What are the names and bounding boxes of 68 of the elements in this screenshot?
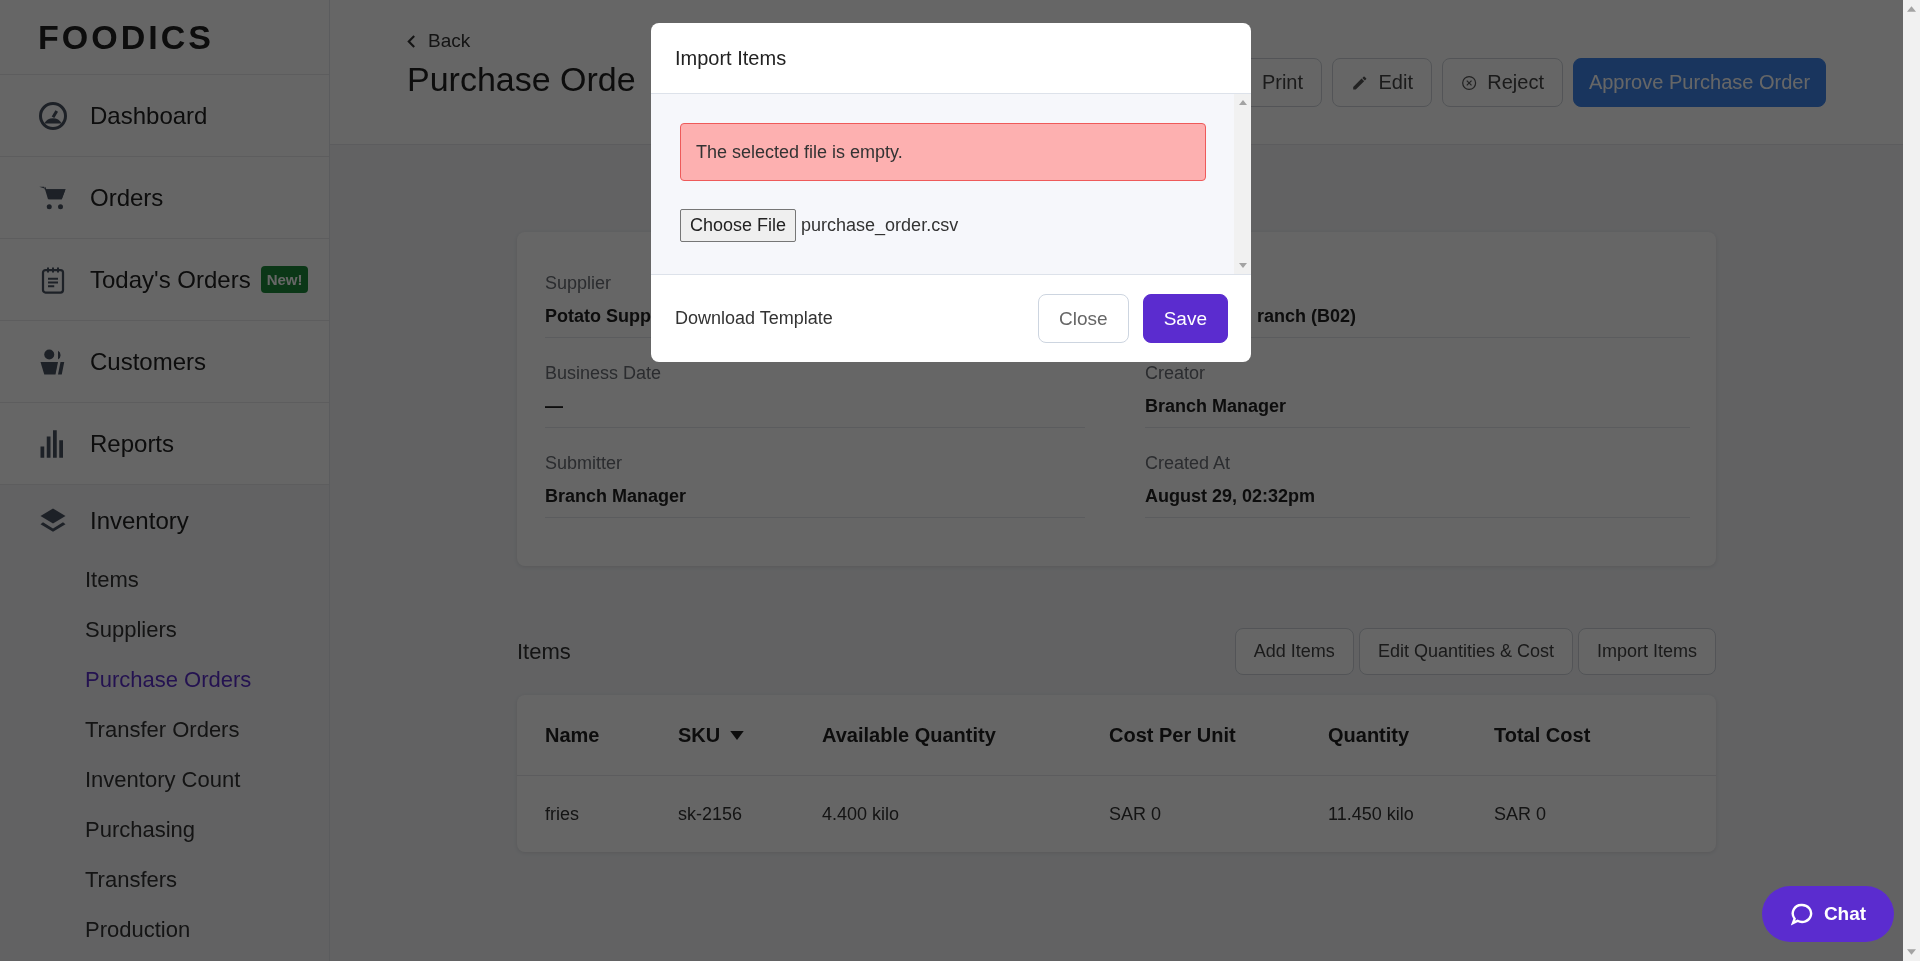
nav-subitem[interactable]: Inventory Count (0, 755, 329, 805)
choose-file-button[interactable]: Choose File (680, 209, 797, 242)
nav-section-label[interactable]: Inventory (90, 507, 189, 535)
field-label: Created At (1145, 453, 1231, 474)
chevron-left-icon (407, 34, 416, 48)
field-value: August 29, 02:32pm (1145, 486, 1316, 507)
nav-subitem[interactable]: Purchasing (0, 805, 329, 855)
table-cell-text: sk-2156 (678, 803, 744, 825)
nav-label: Dashboard (90, 101, 208, 130)
nav-subitem[interactable]: Transfers (0, 855, 329, 905)
nav-label: Today's Orders (90, 265, 251, 294)
chat-button[interactable]: Chat (1762, 886, 1894, 942)
field-value: ranch (B02) (1257, 306, 1357, 327)
field-label: Submitter (545, 453, 623, 474)
column-header[interactable]: Name (545, 723, 678, 747)
field-value: Branch Manager (545, 486, 687, 507)
nav-item[interactable]: Customers (0, 321, 329, 403)
dialog-title: Import Items (675, 46, 787, 70)
table-cell-text: fries (545, 803, 580, 825)
nav-subitem[interactable]: Purchase Orders (0, 655, 329, 705)
items-action-button[interactable]: Edit Quantities & Cost (1358, 628, 1573, 675)
download-template-link[interactable]: Download Template (675, 308, 1025, 329)
nav-subitem[interactable]: Production (0, 905, 329, 955)
field-value: Potato Supp (545, 306, 651, 327)
table-cell-text: 11.450 kilo (1328, 803, 1415, 825)
items-action-button[interactable]: Import Items (1577, 628, 1716, 675)
foodics-logo[interactable]: FOODICS (38, 17, 214, 57)
table-cell-text: 4.400 kilo (822, 803, 901, 825)
action-button[interactable]: Reject (1442, 58, 1563, 107)
nav-label: Orders (90, 183, 164, 212)
scroll-down-icon (1907, 949, 1916, 955)
scroll-up-icon (1907, 6, 1916, 12)
nav-item[interactable]: Orders (0, 157, 329, 239)
file-name: purchase_order.csv (801, 215, 959, 236)
nav-label: Reports (90, 429, 175, 458)
nav-subitem[interactable]: Transfer Orders (0, 705, 329, 755)
scroll-down-icon (1238, 263, 1247, 268)
back-link[interactable]: Back (407, 30, 636, 52)
new-badge: New! (260, 266, 309, 293)
gauge-icon (38, 100, 68, 131)
field-label: Business Date (545, 363, 662, 384)
sort-caret-icon (730, 730, 745, 740)
page-title: Purchase Orde (407, 60, 636, 99)
table-cell-text: SAR 0 (1494, 803, 1548, 825)
field-label: Supplier (545, 273, 612, 294)
field-value: — (545, 396, 563, 417)
scroll-up-icon (1238, 100, 1247, 105)
save-button[interactable]: Save (1142, 294, 1228, 343)
close-button[interactable]: Close (1038, 294, 1129, 343)
nav-item[interactable]: Today's Orders New! (0, 239, 329, 321)
approve-button[interactable]: Approve Purchase Order (1573, 58, 1826, 107)
error-alert: The selected file is empty. (680, 123, 1206, 181)
items-action-button[interactable]: Add Items (1234, 628, 1354, 675)
field-value: Branch Manager (1145, 396, 1287, 417)
column-header[interactable]: Quantity (1328, 723, 1494, 747)
column-header[interactable]: Total Cost (1494, 723, 1716, 747)
action-button[interactable]: Edit (1332, 58, 1432, 107)
column-header[interactable]: Available Quantity (822, 723, 1109, 747)
field-label: Creator (1145, 363, 1206, 384)
nav-item[interactable]: Dashboard (0, 75, 329, 157)
nav-subitem[interactable]: Items (0, 555, 329, 605)
nav-subitem[interactable]: Suppliers (0, 605, 329, 655)
section-title: Items (517, 638, 571, 665)
column-header[interactable]: Cost Per Unit (1109, 723, 1328, 747)
chat-bubble-icon (1789, 902, 1814, 926)
nav-label: Customers (90, 347, 207, 376)
table-cell-text: SAR 0 (1109, 803, 1163, 825)
column-header[interactable]: SKU (678, 723, 822, 747)
